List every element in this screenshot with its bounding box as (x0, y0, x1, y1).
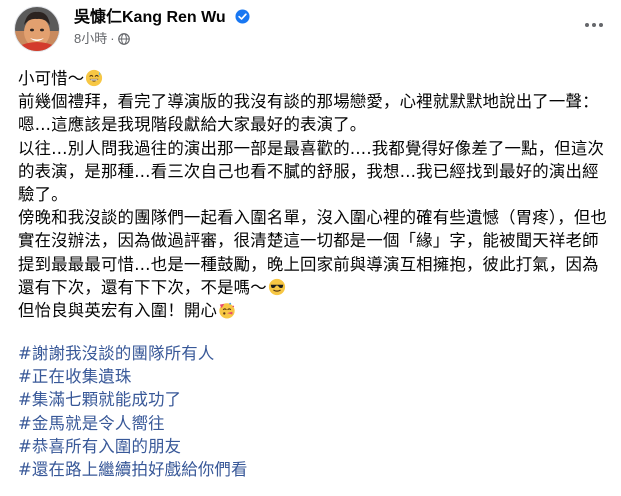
post-line: 但怡良與英宏有入圍！開心 (18, 299, 610, 322)
hashtag-link[interactable]: #恭喜所有入圍的朋友 (18, 435, 610, 458)
hashtag-link[interactable]: #金馬就是令人嚮往 (18, 412, 610, 435)
hashtag-link[interactable]: #謝謝我沒談的團隊所有人 (18, 342, 610, 365)
hashtag-link[interactable]: #還在路上繼續拍好戲給你們看 (18, 458, 610, 481)
post-body: 小可惜～ 前幾個禮拜，看完了導演版的我沒有談的那場戀愛，心裡就默默地說出了一聲：… (18, 67, 610, 322)
post-header: 吳慷仁Kang Ren Wu 8小時 · (14, 6, 609, 58)
post-line-text: 但怡良與英宏有入圍！開心 (18, 301, 218, 321)
post-line: 前幾個禮拜，看完了導演版的我沒有談的那場戀愛，心裡就默默地說出了一聲：嗯…這應該… (18, 92, 599, 135)
meta-separator: · (110, 31, 115, 46)
post-line-text: 小可惜～ (18, 69, 85, 88)
avatar[interactable] (14, 6, 60, 52)
grinning-sweat-emoji (86, 69, 103, 87)
post-meta: 8小時 · (74, 31, 130, 47)
author-name-text[interactable]: 吳慷仁Kang Ren Wu (74, 9, 226, 26)
profile-photo (15, 7, 59, 51)
partying-face-emoji (219, 302, 235, 319)
facebook-post: 吳慷仁Kang Ren Wu 8小時 · 小可惜～ 前幾個禮拜，看完了導演版的我… (0, 0, 621, 496)
post-line: 傍晚和我沒談的團隊們一起看入圍名單，沒入圍心裡的確有些遺憾（胃疼），但也實在沒辦… (18, 206, 610, 299)
post-line: 小可惜～ (18, 67, 610, 90)
sunglasses-emoji (268, 278, 285, 295)
post-timestamp[interactable]: 8小時 (74, 31, 107, 46)
hashtag-link[interactable]: #集滿七顆就能成功了 (18, 388, 610, 411)
hashtag-link[interactable]: #正在收集遺珠 (18, 365, 610, 388)
verified-badge-icon (235, 9, 250, 24)
more-options-button[interactable] (579, 10, 609, 40)
globe-icon[interactable] (117, 33, 130, 45)
author-name[interactable]: 吳慷仁Kang Ren Wu (74, 8, 250, 28)
more-options-icon (585, 23, 603, 27)
post-line: 以往…別人問我過往的演出那一部是最喜歡的….我都覺得好像差了一點，但這次的表演，… (18, 138, 605, 205)
hashtag-list: #謝謝我沒談的團隊所有人 #正在收集遺珠 #集滿七顆就能成功了 #金馬就是令人嚮… (18, 342, 610, 481)
post-line-text: 傍晚和我沒談的團隊們一起看入圍名單，沒入圍心裡的確有些遺憾（胃疼），但也實在沒辦… (18, 208, 608, 297)
